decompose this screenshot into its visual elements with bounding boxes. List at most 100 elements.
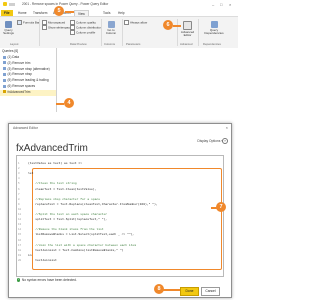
table-icon [3, 61, 6, 65]
ribbon: Query Settings Formula Bar Layout Monosp… [0, 16, 238, 49]
callout-8: 8 [154, 284, 164, 294]
line-number: 1 [18, 162, 20, 165]
code-line: //Replace nbsp character for a space [28, 197, 101, 201]
data-preview-area [57, 48, 238, 112]
line-number: 2 [18, 167, 20, 171]
line-number: 11 [18, 213, 22, 216]
line-number: 14 [18, 228, 22, 232]
query-settings-button[interactable]: Query Settings [2, 21, 15, 36]
column-profile-checkbox[interactable]: Column profile [70, 30, 95, 35]
callout-7: 7 [216, 202, 226, 212]
code-line: in [28, 253, 32, 257]
code-line: replaceText = Text.Replace(cleanText,Cha… [28, 202, 158, 206]
line-number: 18 [18, 248, 22, 252]
code-editor[interactable]: 1 (textValue as text) as text => 2 3 let 4 5 /… [16, 155, 224, 277]
code-line: textJoinList [28, 258, 57, 262]
syntax-status: ✓ No syntax errors have been detected. [17, 278, 77, 282]
code-line: cleanText = Text.Clean(textValue), [28, 187, 97, 191]
advanced-editor-dialog: Advanced Editor × fxAdvancedTrim Display… [8, 123, 232, 298]
callout-arrow [65, 11, 74, 13]
formula-bar-checkbox[interactable]: Formula Bar [17, 20, 40, 25]
parameters-group-label: Parameters [126, 42, 141, 46]
group-divider [198, 19, 199, 46]
columns-group-label: Columns [104, 42, 116, 46]
code-line: listRemoveBlanks = List.Select(splitText… [28, 233, 135, 237]
data-preview-group-label: Data Preview [70, 42, 87, 46]
display-options-dropdown[interactable]: Display Options ▾ [197, 139, 223, 143]
group-divider [39, 19, 40, 46]
line-number: 17 [18, 243, 22, 247]
dialog-close-icon[interactable]: × [226, 125, 228, 130]
minimize-icon[interactable]: – [212, 0, 214, 9]
code-line: //Join the list with a space character b… [28, 243, 137, 247]
query-item-selected[interactable]: fxAdvancedTrim [0, 89, 56, 96]
cancel-button[interactable]: Cancel [201, 287, 220, 296]
code-line: //Split the text on each space character [28, 213, 108, 216]
dialog-title: Advanced Editor [13, 126, 38, 130]
queries-header: Queries [6] [2, 49, 19, 53]
line-number: 12 [18, 218, 22, 222]
group-divider [122, 19, 123, 46]
table-icon [3, 55, 6, 59]
query-dependencies-button[interactable]: Query Dependencies [201, 21, 227, 36]
line-number: 8 [18, 197, 20, 201]
line-number: 19 [18, 253, 22, 257]
show-whitespace-checkbox[interactable]: Show whitespace [42, 25, 71, 30]
line-number: 13 [18, 223, 22, 227]
line-number: 6 [18, 187, 20, 191]
close-icon[interactable]: × [229, 0, 231, 9]
line-number: 16 [18, 238, 22, 242]
line-number: 5 [18, 182, 20, 186]
query-settings-icon [5, 21, 12, 28]
table-icon [3, 67, 6, 71]
queries-pane: Queries [6] (1) Data (2) Remove trim (3)… [0, 48, 57, 112]
done-button[interactable]: Done [180, 287, 199, 296]
callout-arrow [173, 25, 181, 27]
callout-arrow [56, 103, 64, 105]
ribbon-tabs: File Home Transform Add Column View Tool… [0, 9, 238, 17]
line-number: 9 [18, 202, 20, 206]
always-allow-checkbox[interactable]: Always allow [124, 20, 147, 25]
checkbox-icon [70, 30, 75, 35]
checkmark-icon: ✓ [17, 278, 21, 282]
window-title: 2001 - Remove spaces in Power Query - Po… [22, 2, 109, 6]
line-number: 7 [18, 192, 20, 196]
checkbox-icon [124, 20, 129, 25]
callout-arrow [162, 289, 180, 291]
code-line: textJoinList = Text.Combine(listRemoveBl… [28, 248, 124, 252]
advanced-editor-icon [183, 21, 192, 30]
group-divider [177, 19, 178, 46]
code-line: //Remove the blank items from the list [28, 228, 104, 232]
table-icon [3, 78, 6, 82]
layout-group-label: Layout [10, 42, 19, 46]
checkbox-icon [42, 25, 47, 30]
function-icon [3, 90, 6, 94]
advanced-editor-button[interactable]: Advanced Editor [179, 21, 196, 38]
go-to-column-icon [107, 21, 115, 28]
formula-bar-check-icon [17, 20, 22, 25]
line-number: 3 [18, 172, 20, 176]
table-icon [3, 73, 6, 77]
table-icon [3, 84, 6, 88]
code-line: splitText = Text.Split(replaceText," "), [28, 218, 108, 222]
callout-5: 5 [54, 6, 64, 16]
quick-access-toolbar[interactable] [9, 3, 15, 6]
query-settings-label: Query Settings [3, 28, 14, 36]
line-number: 20 [18, 258, 22, 262]
callout-4: 4 [64, 98, 74, 108]
go-to-column-button[interactable]: Go to Column [104, 21, 118, 36]
query-dependencies-icon [210, 21, 218, 28]
code-line: (textValue as text) as text => [28, 162, 83, 165]
help-icon[interactable]: ? [222, 138, 228, 144]
line-number: 15 [18, 233, 22, 237]
line-number: 4 [18, 177, 20, 181]
app-logo-icon [3, 2, 7, 6]
code-line: //Clean the text string [28, 182, 77, 186]
dependencies-group-label: Dependencies [203, 42, 221, 46]
group-divider [101, 19, 102, 46]
line-number: 10 [18, 207, 22, 211]
maximize-icon[interactable]: □ [220, 0, 222, 9]
callout-6: 6 [163, 20, 173, 30]
query-name-heading: fxAdvancedTrim [16, 143, 88, 154]
code-line: let [28, 172, 34, 176]
